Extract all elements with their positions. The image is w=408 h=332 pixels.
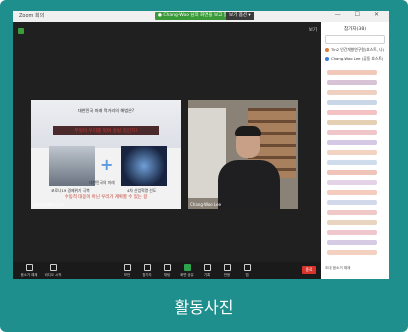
- blurred-participant: [327, 100, 377, 105]
- participant-video-tile: Chang-Woo Lee: [188, 100, 298, 209]
- record-icon: [203, 264, 211, 271]
- share-screen-button[interactable]: 화면 공유: [177, 264, 197, 277]
- end-meeting-button[interactable]: 종료: [302, 266, 316, 274]
- chat-icon: [163, 264, 171, 271]
- reactions-button[interactable]: 반응: [217, 264, 237, 277]
- zoom-window: Zoom 회의 ● Chang-Woo 님의 화면을 보고 있습니다 보기 옵션…: [13, 11, 389, 279]
- blurred-participant: [327, 180, 377, 185]
- avatar: [325, 48, 329, 52]
- slide-question-1: 대한민국 미래 먹거리의 해법은?: [77, 108, 135, 113]
- avatar: [325, 57, 329, 61]
- record-button[interactable]: 기록: [197, 264, 217, 277]
- share-screen-icon: [183, 264, 191, 271]
- blurred-participant: [327, 80, 377, 85]
- blurred-participant: [327, 150, 377, 155]
- window-controls[interactable]: — ☐ ✕: [335, 11, 385, 18]
- chat-button[interactable]: 채팅: [157, 264, 177, 277]
- blurred-participant: [327, 90, 377, 95]
- blurred-participant: [327, 250, 377, 255]
- blurred-participant: [327, 190, 377, 195]
- participant-name-label: Chang-Woo Lee: [190, 202, 222, 207]
- security-button[interactable]: 보안: [117, 264, 137, 277]
- slide-center-caption: 대한민국의 미래: [89, 180, 115, 185]
- presenter-name-label: Chang-Woo Lee: [33, 202, 65, 207]
- panel-footer-actions[interactable]: 초대 음소거 해제: [325, 266, 387, 271]
- view-button[interactable]: 보기: [309, 27, 317, 33]
- start-video-button[interactable]: 비디오 시작: [43, 264, 63, 277]
- speaker-body: [218, 160, 280, 209]
- apps-button[interactable]: 앱: [237, 264, 257, 277]
- blurred-participant: [327, 130, 377, 135]
- blurred-participant: [327, 160, 377, 165]
- blurred-participant: [327, 220, 377, 225]
- blurred-participant: [327, 230, 377, 235]
- mute-button[interactable]: 음소거 해제: [19, 264, 39, 277]
- blurred-participant: [327, 200, 377, 205]
- speaker-hair: [235, 126, 261, 136]
- view-options-button[interactable]: 보기 옵션 ▾: [226, 12, 254, 20]
- participants-icon: [143, 264, 151, 271]
- panel-title: 참가자(38): [343, 27, 367, 32]
- shield-icon: [123, 264, 131, 271]
- camera-icon: [49, 264, 57, 271]
- title-bar: Zoom 회의 ● Chang-Woo 님의 화면을 보고 있습니다 보기 옵션…: [13, 11, 389, 22]
- technology-brain-image: [121, 146, 167, 186]
- participants-panel: 참가자(38) Tin2 인간개발연구원(호스트, 나) Chang-Woo L…: [321, 22, 389, 279]
- blurred-participant: [327, 120, 377, 125]
- blurred-participant: [327, 240, 377, 245]
- smiley-icon: [223, 264, 231, 271]
- participant-row[interactable]: Chang-Woo Lee (공동 호스트): [325, 56, 387, 63]
- blurred-participant: [327, 70, 377, 75]
- participant-search-input[interactable]: [325, 35, 385, 44]
- shared-slide-tile: 대한민국 미래 먹거리의 해법은? 무엇이 우리를 먹여 살릴 것인가? + 코…: [31, 100, 181, 209]
- participant-row[interactable]: Tin2 인간개발연구원(호스트, 나): [325, 47, 387, 54]
- photo-frame: Zoom 회의 ● Chang-Woo 님의 화면을 보고 있습니다 보기 옵션…: [0, 0, 408, 332]
- blurred-participant: [327, 210, 377, 215]
- microphone-icon: [25, 264, 33, 271]
- participants-button[interactable]: 참가자: [137, 264, 157, 277]
- apps-grid-icon: [243, 264, 251, 271]
- plus-icon: +: [100, 155, 114, 174]
- blurred-participant: [327, 110, 377, 115]
- photo-caption: 활동사진: [174, 298, 234, 317]
- slide-question-2: 무엇이 우리를 먹여 살릴 것인가?: [74, 129, 138, 134]
- blurred-participant: [327, 140, 377, 145]
- app-title: Zoom 회의: [19, 13, 45, 19]
- slide-bottom-line: 수동적 대응이 아닌 우리가 계획할 수 있는 길: [64, 195, 148, 200]
- security-shield-icon[interactable]: [18, 28, 24, 34]
- meeting-toolbar: 음소거 해제 비디오 시작 보안 참가자 채팅 화면 공유 기록 반응 앱 종료: [13, 262, 321, 279]
- blurred-participant: [327, 170, 377, 175]
